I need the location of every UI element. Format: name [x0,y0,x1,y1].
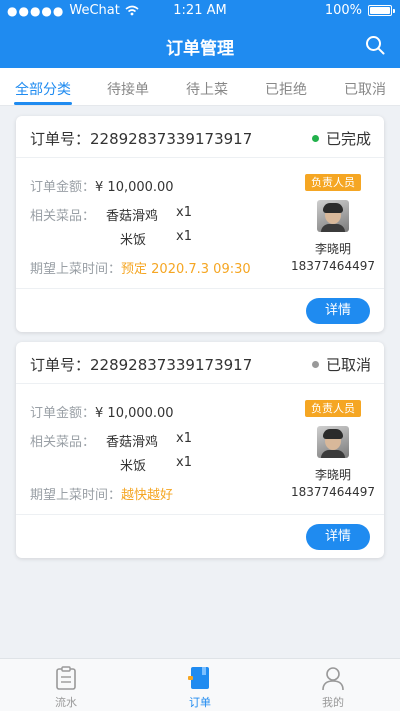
order-card: 订单号：22892837339173917 已取消 订单金额：¥ 10,000.… [16,342,384,558]
amount-value: ¥ 10,000.00 [95,406,174,421]
dish-name: 米饭 [120,233,147,248]
tab-mine-label: 我的 [322,696,344,709]
person-name: 李晓明 [314,468,351,482]
category-tabs: 全部分类 待接单 待上菜 已拒绝 已取消 [0,68,400,106]
dish-qty: x1 [176,205,192,220]
status-dot-icon [311,361,319,368]
dish-name: 香菇滑鸡 [106,209,159,224]
detail-button[interactable]: 详情 [306,298,370,324]
divider [16,514,384,515]
dish-row: 相关菜品： 香菇滑鸡 x1 [30,431,230,450]
time-row: 期望上菜时间：预定 2020.7.3 09:30 [30,258,251,277]
tab-rejected[interactable]: 已拒绝 [265,79,307,99]
person-phone: 18377464497 [291,485,375,499]
top-bar: ●●●●● WeChat 1:21 AM 100% 订单管理 [0,0,400,68]
divider [16,288,384,289]
amount-value: ¥ 10,000.00 [95,180,174,195]
person-phone: 18377464497 [291,259,375,273]
amount-row: 订单金额：¥ 10,000.00 [30,402,174,421]
tab-ledger-label: 流水 [55,696,77,709]
order-status-text: 已取消 [325,356,371,374]
time-row: 期望上菜时间：越快越好 [30,484,173,503]
tab-orders-label: 订单 [189,696,211,709]
bottom-tab-bar: 流水 订单 我的 [0,658,400,711]
dish-qty: x1 [176,229,192,244]
order-status: 已完成 [311,128,371,149]
order-status: 已取消 [311,354,371,375]
time-label: 期望上菜时间： [30,488,122,503]
time-label: 期望上菜时间： [30,262,122,277]
time-value: 预定 2020.7.3 09:30 [121,262,251,277]
user-icon [322,667,344,691]
avatar [317,426,349,458]
dish-name: 米饭 [120,459,147,474]
person-tag: 负责人员 [305,400,361,417]
order-number: 订单号：22892837339173917 [30,356,253,374]
status-bar: ●●●●● WeChat 1:21 AM 100% [0,0,400,22]
amount-label: 订单金额： [30,180,96,195]
dish-name: 香菇滑鸡 [106,435,159,450]
tab-cancelled[interactable]: 已取消 [344,79,386,99]
order-icon [188,667,209,689]
order-number: 订单号：22892837339173917 [30,130,253,148]
amount-row: 订单金额：¥ 10,000.00 [30,176,174,195]
amount-label: 订单金额： [30,406,96,421]
status-dot-icon [311,135,319,142]
tab-mine[interactable]: 我的 [293,659,373,711]
tab-all[interactable]: 全部分类 [15,79,71,99]
page-title: 订单管理 [166,39,234,59]
search-icon[interactable] [364,34,386,56]
dishes-label: 相关菜品： [30,435,96,450]
tab-pending-serve[interactable]: 待上菜 [186,79,228,99]
battery-icon [368,5,395,16]
detail-button[interactable]: 详情 [306,524,370,550]
person-tag: 负责人员 [305,174,361,191]
dish-qty: x1 [176,455,192,470]
time-value: 越快越好 [121,488,174,503]
battery-percent: 100% [324,3,362,18]
avatar [317,200,349,232]
tab-pending-accept[interactable]: 待接单 [107,79,149,99]
dish-qty: x1 [176,431,192,446]
order-card-header: 订单号：22892837339173917 已取消 [16,342,384,384]
ledger-icon [56,666,76,690]
person-name: 李晓明 [314,242,351,256]
order-card: 订单号：22892837339173917 已完成 订单金额：¥ 10,000.… [16,116,384,332]
order-card-header: 订单号：22892837339173917 已完成 [16,116,384,158]
tab-orders[interactable]: 订单 [160,659,240,711]
dishes-label: 相关菜品： [30,209,96,224]
dish-row: 相关菜品： 香菇滑鸡 x1 [30,205,230,224]
order-status-text: 已完成 [325,130,371,148]
active-tab-indicator [14,102,72,105]
tab-ledger[interactable]: 流水 [26,659,106,711]
